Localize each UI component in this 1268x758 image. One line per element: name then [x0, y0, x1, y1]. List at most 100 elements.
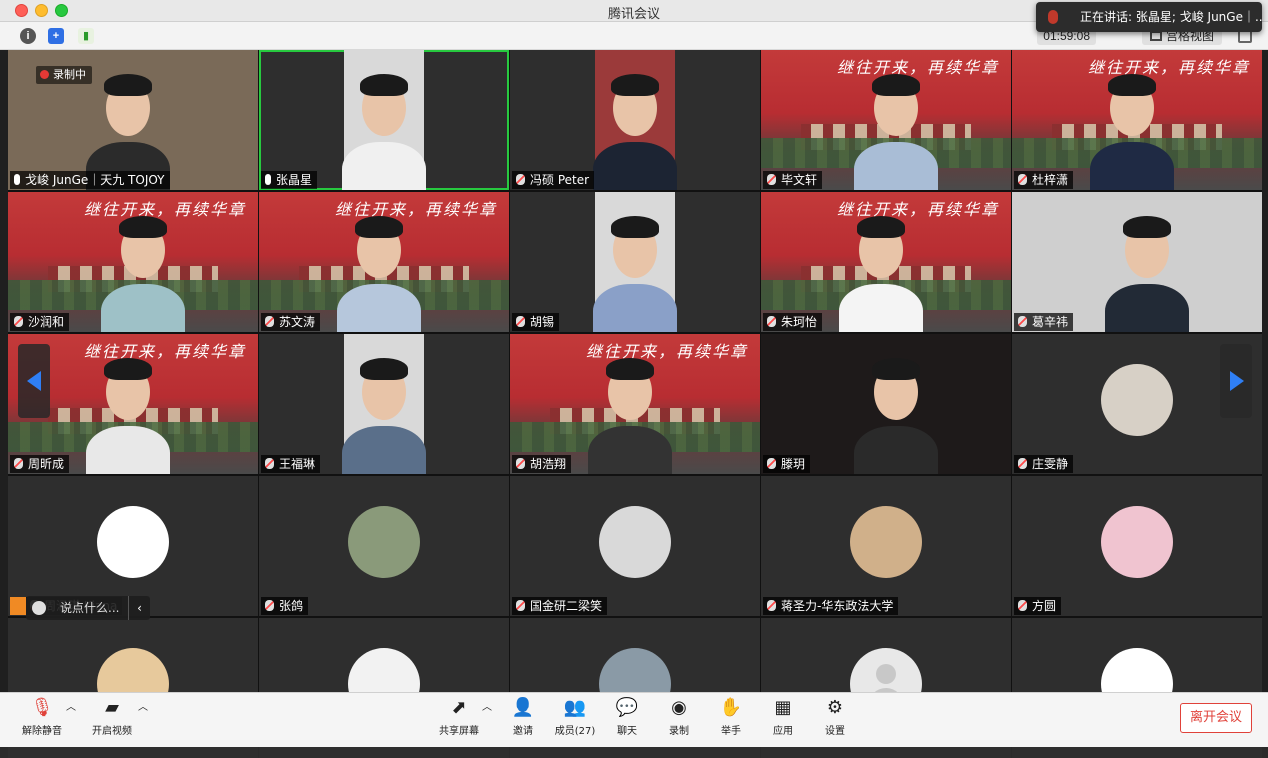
participant-hair	[872, 74, 920, 96]
raise-hand-label: 举手	[721, 726, 741, 737]
chat-button[interactable]: 💬 聊天	[614, 698, 640, 738]
add-user-icon: 👤	[511, 697, 535, 718]
muted-mic-icon	[767, 600, 776, 611]
participant-tile[interactable]: 戈峻 JunGe｜天九 TOJOY 录制中	[8, 50, 258, 190]
muted-mic-icon	[516, 174, 525, 185]
muted-mic-icon	[265, 458, 274, 469]
participant-tile[interactable]: 继往开来，再续华章苏文涛	[259, 192, 509, 332]
quick-chat-box[interactable]: 说点什么... ‹	[26, 596, 150, 620]
next-page-button[interactable]	[1220, 344, 1252, 418]
participant-body	[593, 284, 677, 332]
participant-hair	[360, 74, 408, 96]
emoji-icon[interactable]	[32, 601, 46, 615]
muted-mic-icon	[516, 600, 525, 611]
leave-meeting-button[interactable]: 离开会议	[1180, 703, 1252, 733]
raise-hand-button[interactable]: ✋ 举手	[718, 698, 744, 738]
apps-label: 应用	[773, 726, 793, 737]
banner-slogan: 继往开来，再续华章	[836, 200, 999, 219]
banner-slogan: 继往开来，再续华章	[83, 200, 246, 219]
participant-tile[interactable]: 胡锡	[510, 192, 760, 332]
participant-hair	[1123, 216, 1171, 238]
participant-body	[593, 142, 677, 190]
participant-tile[interactable]: 蒋圣力-华东政法大学	[761, 476, 1011, 616]
participant-nameplate: 毕文轩	[763, 171, 823, 189]
participant-tile[interactable]: 冯硕 Peter	[510, 50, 760, 190]
participant-tile[interactable]: 继往开来，再续华章胡浩翔	[510, 334, 760, 474]
settings-button[interactable]: ⚙ 设置	[822, 698, 848, 738]
unmute-label: 解除静音	[22, 726, 62, 737]
participant-name: 蒋圣力-华东政法大学	[781, 599, 894, 613]
chat-label: 聊天	[617, 726, 637, 737]
participant-nameplate: 国金研二梁笑	[512, 597, 608, 615]
share-screen-button[interactable]: ⬈ 共享屏幕	[438, 698, 480, 738]
speaking-text: 正在讲话: 张晶星; 戈峻 JunGe｜...	[1080, 10, 1262, 24]
speaking-indicator: 正在讲话: 张晶星; 戈峻 JunGe｜...	[1036, 2, 1262, 32]
participant-hair	[611, 216, 659, 238]
participant-body	[1090, 142, 1174, 190]
participant-tile[interactable]: 王福琳	[259, 334, 509, 474]
muted-mic-icon	[265, 316, 274, 327]
microphone-icon	[14, 174, 20, 185]
participant-avatar	[1101, 364, 1173, 436]
invite-label: 邀请	[513, 726, 533, 737]
participant-nameplate: 胡浩翔	[512, 455, 572, 473]
participant-tile[interactable]: 张鸽	[259, 476, 509, 616]
participant-body	[854, 142, 938, 190]
invite-button[interactable]: 👤 邀请	[508, 697, 538, 738]
participant-tile[interactable]: 周涵琪 Kiana	[8, 476, 258, 616]
banner-slogan: 继往开来，再续华章	[585, 342, 748, 361]
host-person-icon	[10, 597, 26, 615]
muted-mic-icon	[1018, 174, 1027, 185]
recording-dot-icon	[40, 70, 49, 79]
participant-nameplate: 王福琳	[261, 455, 321, 473]
participant-hair	[104, 358, 152, 380]
participant-tile[interactable]: 国金研二梁笑	[510, 476, 760, 616]
participant-nameplate: 朱珂怡	[763, 313, 823, 331]
participant-tile[interactable]: 继往开来，再续华章朱珂怡	[761, 192, 1011, 332]
participant-tile[interactable]: 滕玥	[761, 334, 1011, 474]
members-button[interactable]: 👥 成员(27)	[554, 697, 596, 738]
participant-avatar	[599, 506, 671, 578]
shield-icon[interactable]: +	[48, 28, 64, 44]
muted-mic-icon	[516, 458, 525, 469]
record-icon: ◉	[671, 697, 687, 718]
info-icon[interactable]: i	[20, 28, 36, 44]
signal-icon[interactable]: ▮	[78, 28, 94, 44]
participant-nameplate: 苏文涛	[261, 313, 321, 331]
participant-tile[interactable]: 方圆	[1012, 476, 1262, 616]
previous-page-button[interactable]	[18, 344, 50, 418]
members-icon: 👥	[563, 697, 587, 718]
participant-name: 毕文轩	[781, 173, 818, 187]
muted-mic-icon	[767, 458, 776, 469]
participant-nameplate: 方圆	[1014, 597, 1062, 615]
participant-body	[839, 284, 923, 332]
participant-body	[1105, 284, 1189, 332]
apps-button[interactable]: ▦ 应用	[770, 698, 796, 738]
share-options-chevron-icon[interactable]: ︿	[482, 698, 492, 713]
record-button[interactable]: ◉ 录制	[666, 697, 692, 738]
participant-tile[interactable]: 继往开来，再续华章 杜梓潇	[1012, 50, 1262, 190]
participant-name: 滕玥	[781, 457, 806, 471]
unmute-button[interactable]: 🎙 解除静音	[22, 698, 62, 738]
start-video-button[interactable]: ▰ 开启视频	[92, 698, 132, 738]
participant-nameplate: 庄雯静	[1014, 455, 1074, 473]
microphone-icon	[265, 174, 271, 185]
audio-options-chevron-icon[interactable]: ︿	[66, 698, 76, 713]
participant-tile[interactable]: 继往开来，再续华章 毕文轩	[761, 50, 1011, 190]
arrow-right-icon	[1230, 371, 1244, 391]
banner-slogan: 继往开来，再续华章	[334, 200, 497, 219]
participant-hair	[857, 216, 905, 238]
participant-hair	[360, 358, 408, 380]
chat-placeholder: 说点什么...	[60, 601, 120, 615]
collapse-chat-button[interactable]: ‹	[128, 596, 150, 620]
settings-label: 设置	[825, 726, 845, 737]
video-options-chevron-icon[interactable]: ︿	[138, 698, 148, 713]
participant-tile[interactable]: 张晶星	[259, 50, 509, 190]
participant-name: 杜梓潇	[1032, 173, 1069, 187]
participant-name: 方圆	[1032, 599, 1057, 613]
participant-body	[854, 426, 938, 474]
muted-mic-icon	[767, 174, 776, 185]
participant-hair	[355, 216, 403, 238]
participant-tile[interactable]: 继往开来，再续华章 沙润和	[8, 192, 258, 332]
participant-tile[interactable]: 葛辛祎	[1012, 192, 1262, 332]
